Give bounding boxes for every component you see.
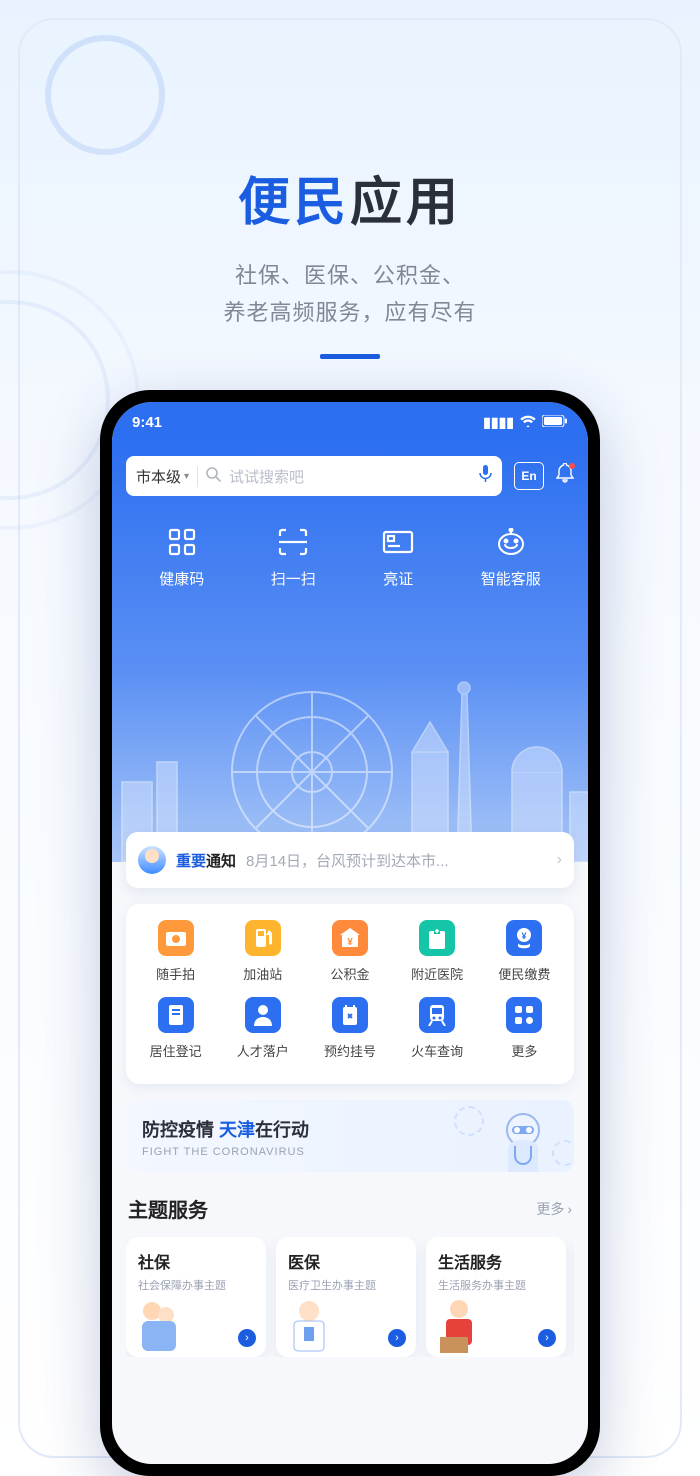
- grid-item[interactable]: 预约挂号: [306, 997, 393, 1060]
- notice-avatar-icon: [138, 846, 166, 874]
- section-more[interactable]: 更多 ›: [536, 1199, 572, 1219]
- status-time: 9:41: [132, 414, 162, 431]
- promo-title-accent: 便民: [238, 174, 350, 232]
- promo-sub-2: 养老高频服务，应有尽有: [0, 294, 700, 331]
- chevron-right-icon: ›: [567, 1201, 572, 1217]
- notice-text: 8月14日，台风预计到达本市...: [246, 850, 547, 871]
- skyline-illustration: [112, 652, 588, 862]
- appointment-icon: [332, 997, 368, 1033]
- grid-item[interactable]: ¥ 公积金: [306, 920, 393, 983]
- notification-dot: [569, 463, 575, 469]
- location-selector[interactable]: 市本级 ▾: [136, 466, 198, 487]
- grid-item[interactable]: 更多: [481, 997, 568, 1060]
- theme-card[interactable]: 生活服务 生活服务办事主题 ›: [426, 1237, 566, 1357]
- payment-icon: ¥: [506, 920, 542, 956]
- theme-card[interactable]: 社保 社会保障办事主题 ›: [126, 1237, 266, 1357]
- promo-accent-bar: [320, 354, 380, 359]
- card-illustration: [284, 1297, 334, 1353]
- chevron-down-icon: ▾: [184, 471, 189, 482]
- svg-text:¥: ¥: [347, 937, 353, 948]
- quick-show-cert[interactable]: 亮证: [382, 526, 414, 589]
- arrow-circle-icon: ›: [388, 1329, 406, 1347]
- arrow-circle-icon: ›: [538, 1329, 556, 1347]
- status-bar: 9:41 ▮▮▮▮: [112, 402, 588, 442]
- register-icon: [158, 997, 194, 1033]
- fund-icon: ¥: [332, 920, 368, 956]
- wifi-icon: [520, 414, 536, 430]
- signal-icon: ▮▮▮▮: [483, 414, 514, 431]
- grid-item[interactable]: 居住登记: [132, 997, 219, 1060]
- card-illustration: [134, 1297, 184, 1353]
- svg-text:¥: ¥: [522, 931, 527, 941]
- person-icon: [245, 997, 281, 1033]
- grid-item[interactable]: 火车查询: [394, 997, 481, 1060]
- promo-header: 便民应用 社保、医保、公积金、 养老高频服务，应有尽有: [0, 0, 700, 359]
- card-illustration: [434, 1297, 484, 1353]
- battery-icon: [542, 414, 568, 430]
- search-bar[interactable]: 市本级 ▾ 试试搜索吧: [126, 456, 502, 496]
- covid-banner[interactable]: 防控疫情 天津在行动 FIGHT THE CORONAVIRUS: [126, 1100, 574, 1172]
- quick-scan[interactable]: 扫一扫: [271, 526, 316, 589]
- promo-title-rest: 应用: [350, 174, 462, 232]
- quick-health-code[interactable]: 健康码: [159, 526, 204, 589]
- phone-frame: 9:41 ▮▮▮▮ 市本级 ▾: [100, 390, 600, 1476]
- language-toggle[interactable]: En: [514, 462, 544, 490]
- grid-item[interactable]: 人才落户: [219, 997, 306, 1060]
- search-icon: [206, 467, 221, 486]
- section-title: 主题服务: [128, 1194, 208, 1223]
- quick-ai-support[interactable]: 智能客服: [481, 526, 541, 589]
- medic-icon: [490, 1106, 556, 1172]
- theme-card[interactable]: 医保 医疗卫生办事主题 ›: [276, 1237, 416, 1357]
- grid-item[interactable]: 随手拍: [132, 920, 219, 983]
- promo-sub-1: 社保、医保、公积金、: [0, 257, 700, 294]
- mic-icon[interactable]: [479, 465, 492, 488]
- id-card-icon: [382, 526, 414, 558]
- notifications-icon[interactable]: [556, 463, 574, 489]
- search-placeholder: 试试搜索吧: [229, 466, 471, 487]
- hospital-icon: [419, 920, 455, 956]
- chevron-right-icon: ›: [557, 851, 562, 869]
- robot-icon: [495, 526, 527, 558]
- scan-icon: [277, 526, 309, 558]
- train-icon: [419, 997, 455, 1033]
- notice-bar[interactable]: 重要通知 8月14日，台风预计到达本市... ›: [126, 832, 574, 888]
- services-grid: 随手拍 加油站 ¥ 公积金: [126, 904, 574, 1084]
- more-icon: [506, 997, 542, 1033]
- fuel-icon: [245, 920, 281, 956]
- qr-grid-icon: [166, 526, 198, 558]
- arrow-circle-icon: ›: [238, 1329, 256, 1347]
- grid-item[interactable]: ¥ 便民缴费: [481, 920, 568, 983]
- grid-item[interactable]: 加油站: [219, 920, 306, 983]
- grid-item[interactable]: 附近医院: [394, 920, 481, 983]
- camera-icon: [158, 920, 194, 956]
- status-indicators: ▮▮▮▮: [483, 414, 568, 431]
